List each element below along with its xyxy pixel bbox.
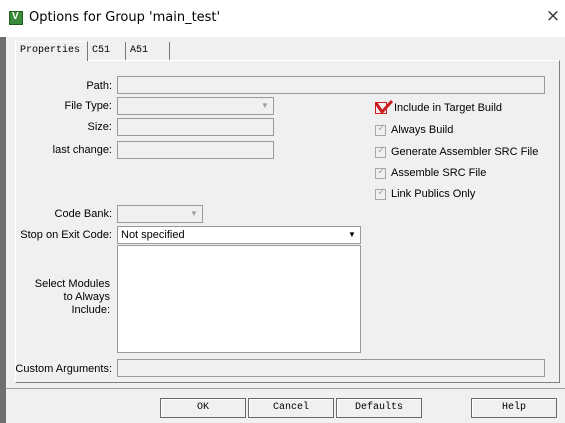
path-label: Path: xyxy=(86,80,112,92)
link-publics-checkbox: ✓ xyxy=(375,187,386,200)
last-change-field xyxy=(117,141,274,159)
chevron-down-icon: ▼ xyxy=(261,101,269,110)
stop-on-exit-value: Not specified xyxy=(121,229,185,241)
tab-label: A51 xyxy=(130,45,149,56)
window-left-edge xyxy=(0,37,6,423)
tab-label: Properties xyxy=(20,45,81,56)
close-button[interactable]: × xyxy=(543,6,563,28)
stop-on-exit-dropdown[interactable]: Not specified ▼ xyxy=(117,226,361,244)
tab-c51[interactable]: C51 xyxy=(88,42,126,60)
generate-src-checkbox: ✓ xyxy=(375,145,386,158)
generate-src-label: Generate Assembler SRC File xyxy=(391,146,539,158)
check-mark-icon xyxy=(375,99,393,115)
include-in-build-label: Include in Target Build xyxy=(394,102,503,114)
app-icon: V xyxy=(9,11,23,25)
file-type-dropdown[interactable]: ▼ xyxy=(117,97,274,115)
always-build-checkbox: ✓ xyxy=(375,123,386,136)
cancel-button[interactable]: Cancel xyxy=(248,398,334,418)
help-button[interactable]: Help xyxy=(471,398,557,418)
last-change-label: last change: xyxy=(52,144,112,156)
chevron-down-icon: ▼ xyxy=(348,230,356,239)
tab-properties[interactable]: Properties xyxy=(15,41,88,61)
code-bank-dropdown[interactable]: ▼ xyxy=(117,205,203,223)
ok-button[interactable]: OK xyxy=(160,398,246,418)
always-build-label: Always Build xyxy=(391,124,454,136)
tab-a51[interactable]: A51 xyxy=(126,42,170,60)
title-bar: V Options for Group 'main_test' × xyxy=(0,0,565,37)
stop-on-exit-label: Stop on Exit Code: xyxy=(20,229,112,241)
assemble-src-checkbox: ✓ xyxy=(375,166,386,179)
file-type-label: File Type: xyxy=(64,100,113,112)
path-field xyxy=(117,76,545,94)
size-label: Size: xyxy=(87,121,112,133)
tab-label: C51 xyxy=(92,45,111,56)
chevron-down-icon: ▼ xyxy=(190,209,198,218)
window-title: Options for Group 'main_test' xyxy=(29,10,221,25)
select-modules-label: Select Modules to Always Include: xyxy=(34,278,110,316)
size-field xyxy=(117,118,274,136)
assemble-src-label: Assemble SRC File xyxy=(391,167,487,179)
modules-listbox[interactable] xyxy=(117,245,361,353)
custom-args-label: Custom Arguments: xyxy=(15,363,112,375)
custom-args-field xyxy=(117,359,545,377)
link-publics-label: Link Publics Only xyxy=(391,188,476,200)
code-bank-label: Code Bank: xyxy=(54,208,112,220)
defaults-button[interactable]: Defaults xyxy=(336,398,422,418)
divider xyxy=(6,388,565,389)
